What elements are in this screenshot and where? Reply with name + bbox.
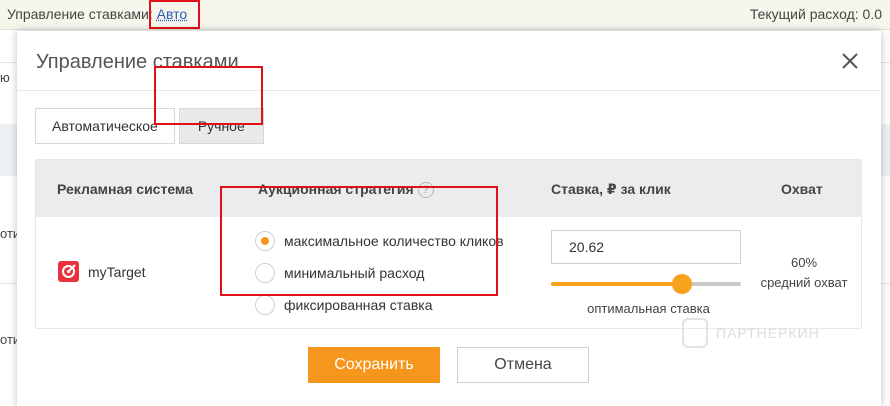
strategy-option-label: фиксированная ставка: [284, 297, 433, 313]
cancel-button[interactable]: Отмена: [457, 347, 589, 383]
header-ad-system: Рекламная система: [57, 181, 193, 197]
bid-input[interactable]: 20.62: [551, 230, 741, 264]
coverage-percent: 60%: [790, 255, 818, 270]
highlight-mode-link: [149, 0, 200, 29]
save-button[interactable]: Сохранить: [308, 347, 440, 383]
coverage-cell: 60% средний охват: [754, 253, 854, 293]
top-bar: Управление ставками: Авто Текущий расход…: [0, 0, 890, 30]
slider-caption: оптимальная ставка: [587, 301, 710, 316]
close-icon: [842, 53, 858, 69]
bid-management-label: Управление ставками:: [7, 6, 153, 22]
watermark-logo-icon: [682, 318, 708, 348]
watermark: ПАРТНЕРКИН: [682, 318, 820, 348]
mytarget-logo-icon: [58, 261, 79, 282]
background-text-fragment: ю: [0, 70, 10, 85]
ad-system-name: myTarget: [88, 263, 146, 280]
watermark-text: ПАРТНЕРКИН: [716, 325, 820, 341]
highlight-manual-tab: [154, 66, 263, 125]
header-coverage: Охват: [781, 181, 823, 197]
bid-slider[interactable]: [551, 274, 741, 294]
ad-system-cell: myTarget: [58, 261, 146, 282]
coverage-label: средний охват: [760, 275, 848, 290]
strategy-option-fixed-bid[interactable]: фиксированная ставка: [255, 294, 504, 316]
current-spend: Текущий расход: 0.0: [749, 6, 882, 22]
highlight-strategy-options: [220, 186, 498, 296]
slider-fill: [551, 282, 683, 286]
close-button[interactable]: [840, 51, 860, 71]
slider-handle[interactable]: [672, 274, 693, 294]
modal-header: Управление ставками: [17, 31, 881, 91]
radio-button[interactable]: [255, 295, 275, 315]
header-bid: Ставка, ₽ за клик: [551, 181, 671, 197]
